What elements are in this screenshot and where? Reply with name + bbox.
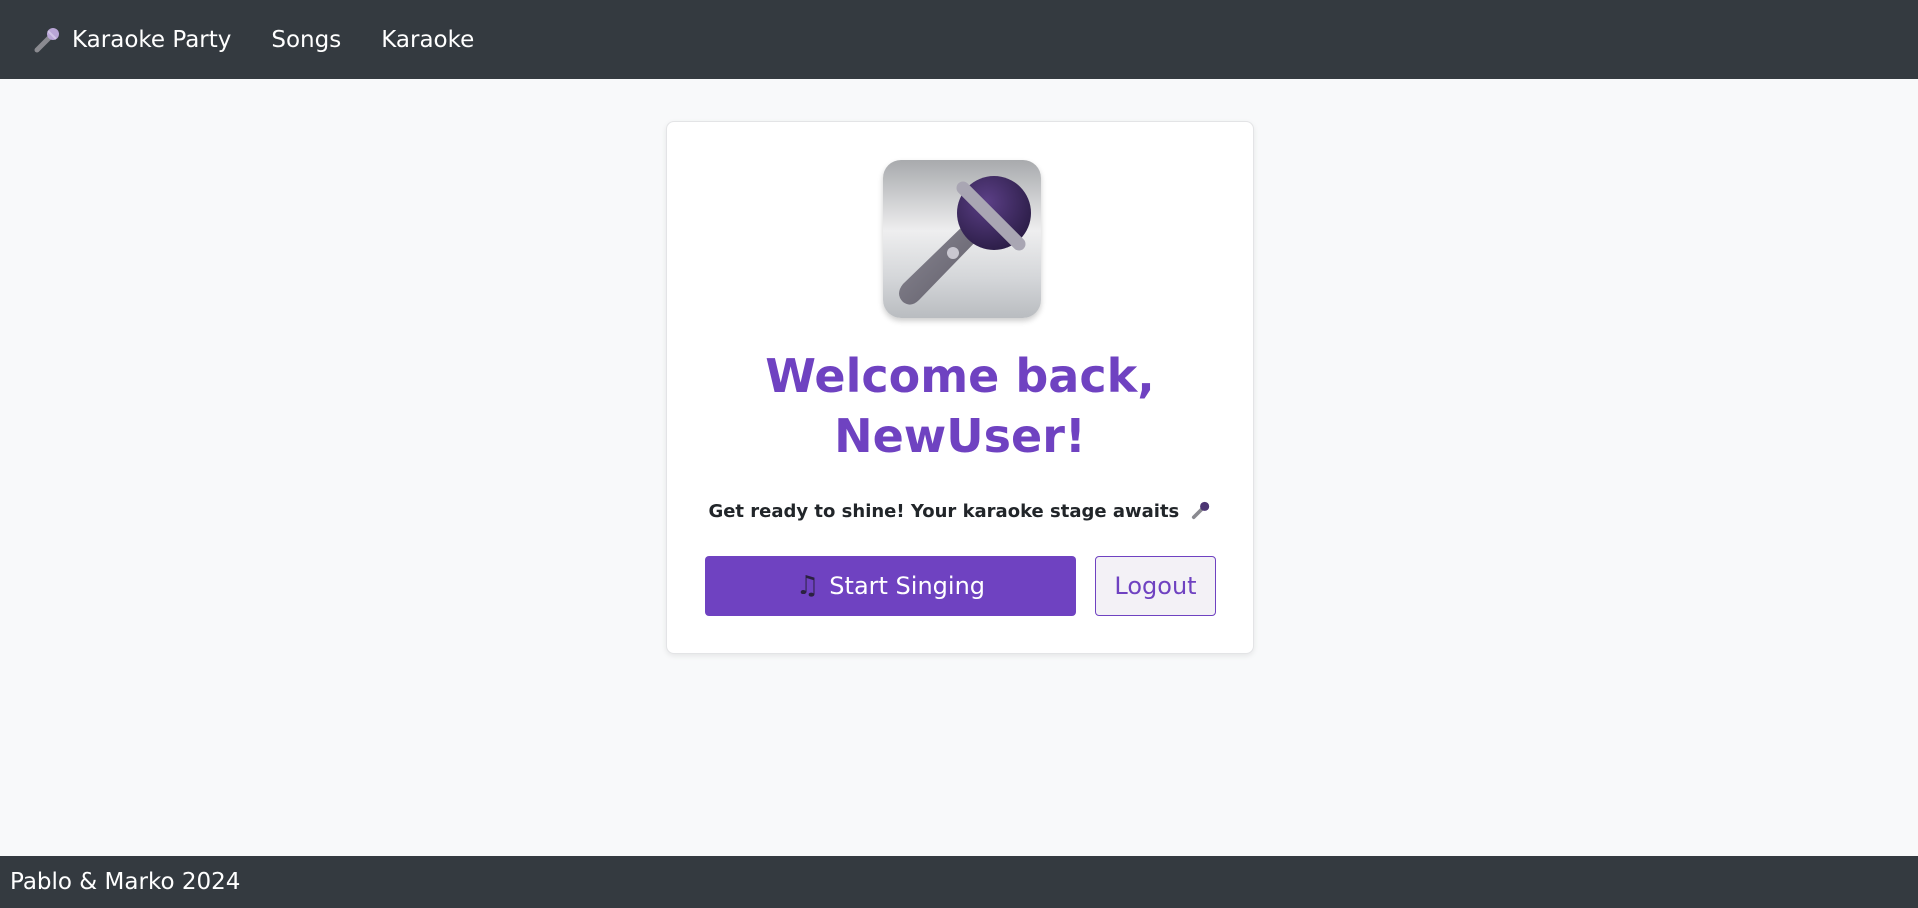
welcome-tagline: Get ready to shine! Your karaoke stage a… bbox=[667, 500, 1253, 522]
brand-label: Karaoke Party bbox=[72, 26, 232, 53]
welcome-card: Welcome back, NewUser! Get ready to shin… bbox=[666, 121, 1254, 654]
start-singing-label: Start Singing bbox=[829, 572, 986, 600]
tagline-text: Get ready to shine! Your karaoke stage a… bbox=[708, 501, 1180, 522]
logout-button[interactable]: Logout bbox=[1095, 556, 1216, 616]
welcome-line-1: Welcome back, bbox=[765, 349, 1155, 403]
footer-text: Pablo & Marko 2024 bbox=[10, 869, 241, 895]
welcome-heading: Welcome back, NewUser! bbox=[667, 346, 1253, 466]
microphone-icon bbox=[883, 160, 1041, 318]
microphone-icon bbox=[32, 25, 62, 55]
welcome-line-2: NewUser! bbox=[834, 409, 1086, 463]
start-singing-button[interactable]: ♫ Start Singing bbox=[705, 556, 1076, 616]
nav-link-karaoke[interactable]: Karaoke bbox=[381, 27, 474, 53]
brand-link[interactable]: Karaoke Party bbox=[32, 25, 231, 55]
music-notes-icon: ♫ bbox=[795, 571, 820, 601]
nav-link-songs[interactable]: Songs bbox=[271, 27, 341, 53]
footer: Pablo & Marko 2024 bbox=[0, 856, 1918, 908]
microphone-icon bbox=[1186, 501, 1212, 522]
top-navbar: Karaoke Party Songs Karaoke bbox=[0, 0, 1918, 79]
